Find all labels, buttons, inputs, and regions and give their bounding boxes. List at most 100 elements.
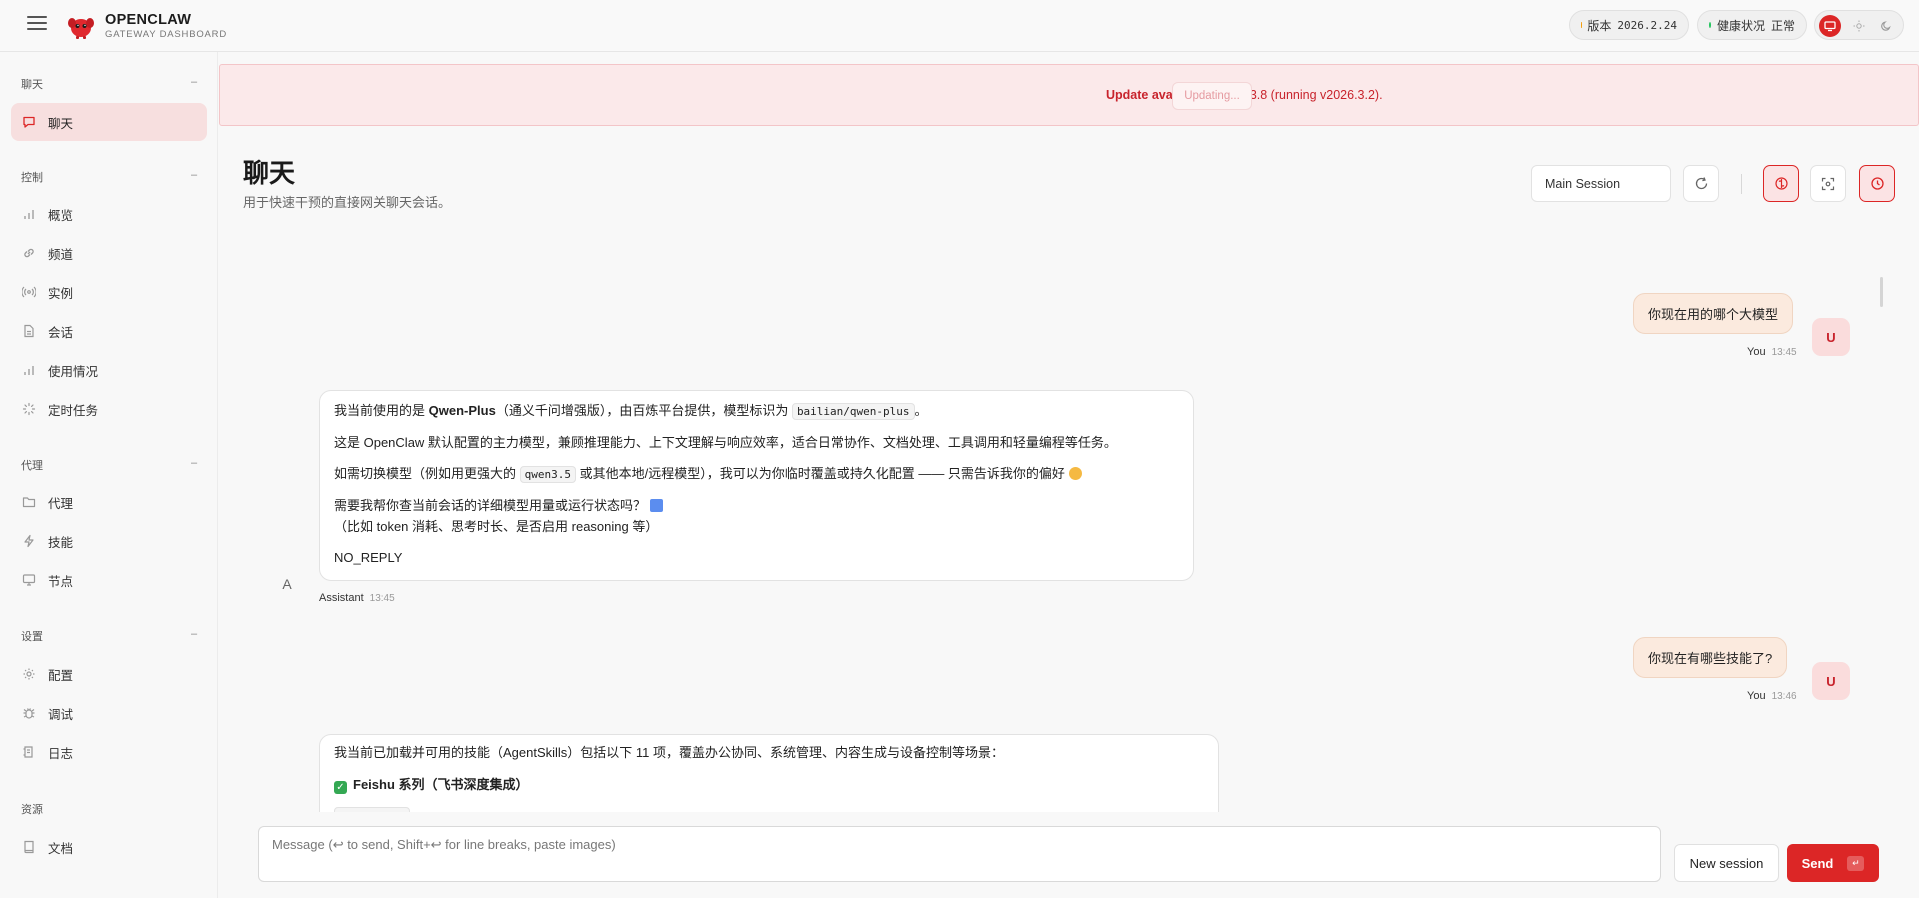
model-name: Qwen-Plus bbox=[428, 403, 496, 418]
sidebar-item-cron[interactable]: 定时任务 bbox=[11, 390, 207, 428]
text-span: Feishu 系列（飞书深度集成） bbox=[353, 777, 529, 792]
chart-emoji-icon bbox=[649, 499, 663, 512]
text-span: 或其他本地/远程模型），我可以为你临时覆盖或持久化配置 —— 只需告诉我你的偏好 bbox=[575, 466, 1069, 481]
new-session-button[interactable]: New session bbox=[1674, 844, 1779, 882]
smile-emoji-icon bbox=[1068, 467, 1082, 480]
message-input[interactable]: Message (↩ to send, Shift+↩ for line bre… bbox=[258, 826, 1661, 882]
sidebar-item-overview[interactable]: 概览 bbox=[11, 195, 207, 233]
document-icon bbox=[24, 324, 34, 338]
sidebar-item-logs[interactable]: 日志 bbox=[11, 733, 207, 771]
text-span: （通义千问增强版），由百炼平台提供，模型标识为 bbox=[495, 403, 792, 418]
clock-icon bbox=[1870, 177, 1884, 190]
user-avatar: U bbox=[1812, 318, 1850, 356]
loader-icon bbox=[22, 402, 36, 416]
bar-chart-icon bbox=[24, 366, 34, 375]
updating-button[interactable]: Updating... bbox=[1172, 82, 1252, 110]
assistant-line: ✓ Feishu 系列（飞书深度集成） bbox=[334, 775, 529, 795]
refresh-button[interactable] bbox=[1683, 165, 1719, 202]
sidebar-item-label: 代理 bbox=[48, 496, 74, 511]
sidebar-item-label: 定时任务 bbox=[48, 403, 99, 418]
sidebar-item-label: 文档 bbox=[48, 841, 74, 856]
refresh-icon bbox=[1695, 177, 1707, 190]
chat-clip-area: 我当前已加载并可用的技能（AgentSkills）包括以下 11 项，覆盖办公协… bbox=[219, 720, 1899, 812]
sun-icon[interactable] bbox=[1848, 15, 1870, 37]
collapse-icon[interactable]: – bbox=[191, 169, 197, 181]
sidebar-item-chat[interactable]: 聊天 bbox=[11, 103, 207, 141]
sidebar-section-settings-title: 设置 bbox=[21, 631, 43, 643]
gear-icon bbox=[23, 668, 35, 680]
brand-subtitle: GATEWAY DASHBOARD bbox=[105, 29, 227, 40]
sidebar-section-control-title: 控制 bbox=[21, 172, 43, 184]
text-span: 需要我帮你查当前会话的详细模型用量或运行状态吗？ bbox=[334, 498, 647, 513]
sidebar-item-instances[interactable]: 实例 bbox=[11, 273, 207, 311]
menu-icon[interactable] bbox=[27, 16, 47, 32]
health-pill: 健康状况 正常 bbox=[1697, 10, 1807, 40]
user-message-bubble: 你现在有哪些技能了? bbox=[1633, 637, 1788, 678]
folder-icon bbox=[22, 497, 36, 508]
collapse-icon[interactable]: – bbox=[191, 457, 197, 469]
sidebar-item-docs[interactable]: 文档 bbox=[11, 828, 207, 866]
message-time: 13:46 bbox=[1771, 691, 1797, 702]
sidebar-item-label: 调试 bbox=[48, 707, 74, 722]
inline-code: feishu-doc bbox=[334, 807, 411, 812]
sidebar-item-label: 配置 bbox=[48, 668, 74, 683]
message-time: 13:45 bbox=[1771, 347, 1797, 358]
sidebar-item-config[interactable]: 配置 bbox=[11, 655, 207, 693]
collapse-icon[interactable]: – bbox=[191, 76, 197, 88]
inline-code: bailian/qwen-plus bbox=[791, 403, 915, 420]
check-icon: ✓ bbox=[334, 781, 347, 794]
health-value: 正常 bbox=[1770, 18, 1795, 33]
message-meta: You 13:46 bbox=[1747, 690, 1797, 702]
book-icon bbox=[24, 840, 34, 854]
assistant-message-bubble: 我当前已加载并可用的技能（AgentSkills）包括以下 11 项，覆盖办公协… bbox=[319, 734, 1219, 812]
brand-title: OPENCLAW bbox=[105, 12, 192, 28]
health-status-dot bbox=[1709, 22, 1711, 28]
message-sender: You bbox=[1747, 690, 1766, 702]
sidebar-item-label: 频道 bbox=[48, 247, 74, 262]
sidebar-item-label: 概览 bbox=[48, 208, 74, 223]
inline-code: qwen3.5 bbox=[519, 466, 576, 483]
chat-scrollbar[interactable] bbox=[1880, 277, 1883, 307]
lightning-icon bbox=[24, 534, 34, 548]
sidebar-section-agents-title: 代理 bbox=[21, 460, 43, 472]
theme-switcher bbox=[1814, 10, 1904, 40]
log-icon bbox=[23, 746, 33, 758]
history-button[interactable] bbox=[1859, 165, 1895, 202]
send-button[interactable]: Send ↵ bbox=[1787, 844, 1879, 882]
monitor-icon[interactable] bbox=[1819, 15, 1841, 37]
session-select[interactable]: Main Session bbox=[1531, 165, 1671, 202]
assistant-message-bubble: 我当前使用的是 Qwen-Plus（通义千问增强版），由百炼平台提供，模型标识为… bbox=[319, 390, 1194, 581]
text-span: 我当前使用的是 bbox=[334, 403, 429, 418]
sidebar-item-debug[interactable]: 调试 bbox=[11, 694, 207, 732]
assistant-avatar: A bbox=[282, 576, 292, 592]
sidebar-item-sessions[interactable]: 会话 bbox=[11, 312, 207, 350]
sidebar-item-usage[interactable]: 使用情况 bbox=[11, 351, 207, 389]
thinking-toggle-button[interactable] bbox=[1763, 165, 1799, 202]
text-span: 。 bbox=[914, 403, 928, 418]
bug-icon bbox=[23, 708, 35, 719]
radio-icon bbox=[22, 286, 36, 298]
user-message-bubble: 你现在用的哪个大模型 bbox=[1633, 293, 1794, 334]
sidebar-item-agents[interactable]: 代理 bbox=[11, 483, 207, 521]
top-bar: OPENCLAW GATEWAY DASHBOARD 版本 2026.2.24 … bbox=[0, 0, 1919, 52]
version-value: 2026.2.24 bbox=[1617, 18, 1677, 32]
page-title: 聊天 bbox=[243, 158, 296, 188]
moon-icon[interactable] bbox=[1875, 15, 1897, 37]
sidebar-section-resources-title: 资源 bbox=[21, 804, 43, 816]
enter-key-icon: ↵ bbox=[1847, 855, 1865, 871]
sidebar-item-skills[interactable]: 技能 bbox=[11, 522, 207, 560]
assistant-line: feishu-doc bbox=[334, 805, 411, 812]
message-meta: You 13:45 bbox=[1747, 346, 1797, 358]
focus-mode-button[interactable] bbox=[1810, 165, 1846, 202]
focus-icon bbox=[1821, 177, 1835, 190]
health-label: 健康状况 bbox=[1716, 18, 1765, 33]
collapse-icon[interactable]: – bbox=[191, 628, 197, 640]
sidebar-item-channels[interactable]: 频道 bbox=[11, 234, 207, 272]
sidebar-item-label: 日志 bbox=[48, 746, 74, 761]
sidebar-item-nodes[interactable]: 节点 bbox=[11, 561, 207, 599]
assistant-line: NO_REPLY bbox=[334, 550, 403, 565]
sidebar-item-label: 技能 bbox=[48, 535, 74, 550]
monitor-icon bbox=[22, 574, 36, 586]
message-meta: Assistant 13:45 bbox=[319, 592, 395, 604]
user-avatar: U bbox=[1812, 662, 1850, 700]
